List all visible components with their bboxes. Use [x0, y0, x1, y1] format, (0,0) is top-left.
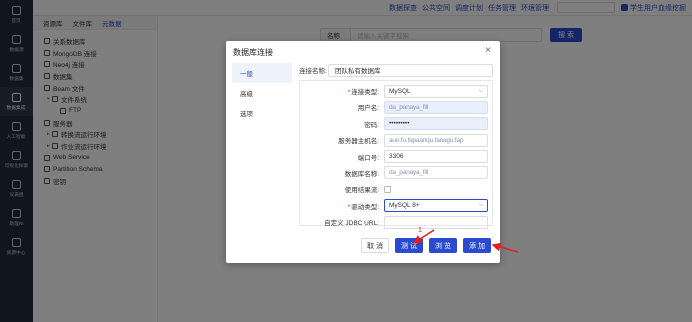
dialog-tab[interactable]: 一般 [232, 63, 292, 83]
connection-name-input[interactable]: 团队私有数据库 [328, 63, 493, 77]
dialog-footer: 取 消 测 试 浏 览 添 加 [355, 238, 491, 253]
dialog-title: 数据库连接 [233, 48, 273, 57]
dialog-tab[interactable]: 高级 [232, 83, 292, 103]
browse-button[interactable]: 浏 览 [429, 238, 457, 253]
form-row: 服务器主机名: aun.fu.fapaanqu.fanagu.fap [302, 133, 488, 147]
field-label: 用户名: [357, 105, 379, 113]
dialog-side-menu: 一般 高级 选项 [232, 63, 292, 123]
dialog-tab[interactable]: 选项 [232, 103, 292, 123]
field-input[interactable]: 3306 [384, 150, 488, 164]
dialog-body: 连接名称: 团队私有数据库 *连接类型: MySQL ⌵ 用户名: da_panaya_… [299, 63, 493, 229]
field-label: *驱动类型: [347, 203, 379, 211]
connection-form: *连接类型: MySQL ⌵ 用户名: da_panaya_fill 密码: •••••••… [299, 80, 493, 229]
form-row: 密码: ••••••••• [302, 117, 488, 131]
chevron-down-icon: ⌵ [478, 202, 483, 209]
form-row: *驱动类型: MySQL 8+ ⌵ [302, 199, 488, 213]
form-row: 使用结果流: [302, 182, 488, 196]
form-row: 用户名: da_panaya_fill [302, 100, 488, 114]
add-button[interactable]: 添 加 [463, 238, 491, 253]
db-connection-dialog: 数据库连接 × 一般 高级 选项 连接名称: 团队私有数据库 *连接类型: MySQL… [226, 41, 500, 263]
field-select[interactable]: MySQL ⌵ [384, 84, 488, 98]
test-button[interactable]: 测 试 [395, 238, 423, 253]
field-label: 自定义 JDBC URL: [324, 220, 379, 228]
field-input[interactable]: da_panaya_fill [384, 166, 488, 180]
form-row: *连接类型: MySQL ⌵ [302, 84, 488, 98]
connection-name-row: 连接名称: 团队私有数据库 [299, 63, 493, 77]
field-label: 数据库名称: [344, 170, 379, 178]
field-label: *连接类型: [347, 89, 379, 96]
form-row: 自定义 JDBC URL: [302, 215, 488, 229]
field-input[interactable]: da_panaya_fill [384, 100, 488, 114]
field-label: 端口号: [357, 154, 379, 162]
field-select[interactable]: MySQL 8+ ⌵ [384, 199, 488, 213]
form-row: 数据库名称: da_panaya_fill [302, 166, 488, 180]
cancel-button[interactable]: 取 消 [361, 238, 389, 253]
close-icon[interactable]: × [485, 45, 491, 56]
field-input[interactable]: aun.fu.fapaanqu.fanagu.fap [384, 133, 488, 147]
field-label: 密码: [364, 121, 379, 129]
connection-name-label: 连接名称: [299, 68, 327, 75]
field-input[interactable]: ••••••••• [384, 117, 488, 131]
field-input[interactable] [384, 215, 488, 229]
field-label: 使用结果流: [344, 187, 379, 195]
chevron-down-icon: ⌵ [478, 87, 483, 94]
field-label: 服务器主机名: [338, 138, 379, 146]
use-result-stream-checkbox[interactable] [384, 185, 391, 193]
form-row: 端口号: 3306 [302, 150, 488, 164]
